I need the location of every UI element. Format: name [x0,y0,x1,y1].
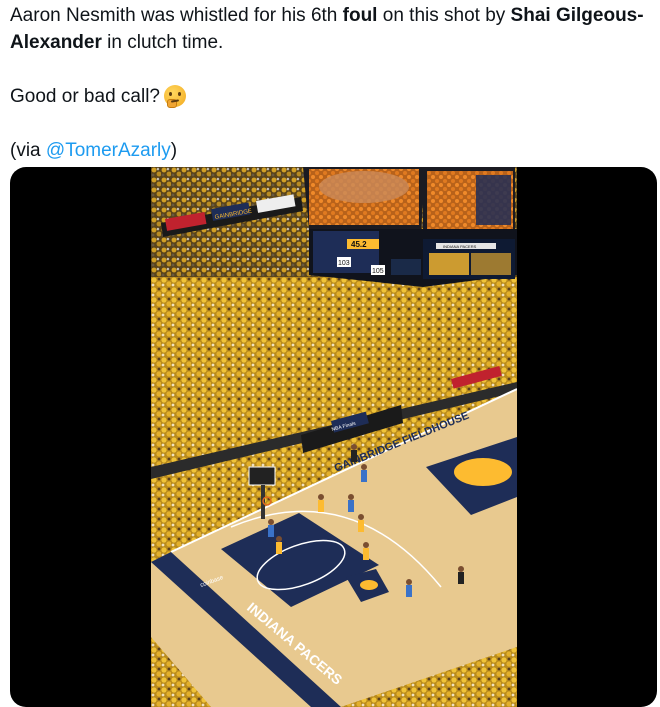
arena-scene: GAINBRIDGE 45.2 103 105 INDIANA PACERS N… [151,167,517,707]
tweet-text-segment: in clutch time. [101,32,224,53]
tweet-line-2: Alexander in clutch time. [10,29,655,56]
tweet-question: Good or bad call? [10,83,655,110]
jumbotron: 45.2 103 105 INDIANA PACERS [303,167,517,287]
video-frame: GAINBRIDGE 45.2 103 105 INDIANA PACERS N… [151,167,517,707]
tweet-bold-name: Shai Gilgeous- [510,5,644,26]
thinking-face-emoji-icon [164,85,186,108]
question-text: Good or bad call? [10,86,160,107]
tweet-line-1: Aaron Nesmith was whistled for his 6th f… [10,2,655,29]
tweet-bold-name: Alexander [10,32,102,53]
scoreboard-ribbon: INDIANA PACERS [443,244,477,249]
tweet-text-segment: on this shot by [377,5,511,26]
away-score: 105 [372,268,384,275]
tweet-text-segment: Aaron Nesmith was whistled for his 6th [10,5,343,26]
video-media[interactable]: GAINBRIDGE 45.2 103 105 INDIANA PACERS N… [10,167,657,707]
tweet-via: (via @TomerAzarly) [10,137,655,164]
via-open: (via [10,140,46,161]
game-clock: 45.2 [351,240,367,249]
tweet-text: Aaron Nesmith was whistled for his 6th f… [10,2,655,164]
home-score: 103 [338,260,350,267]
via-close: ) [170,140,178,161]
tweet-bold-foul: foul [342,5,378,26]
mention-link[interactable]: @TomerAzarly [46,140,171,161]
